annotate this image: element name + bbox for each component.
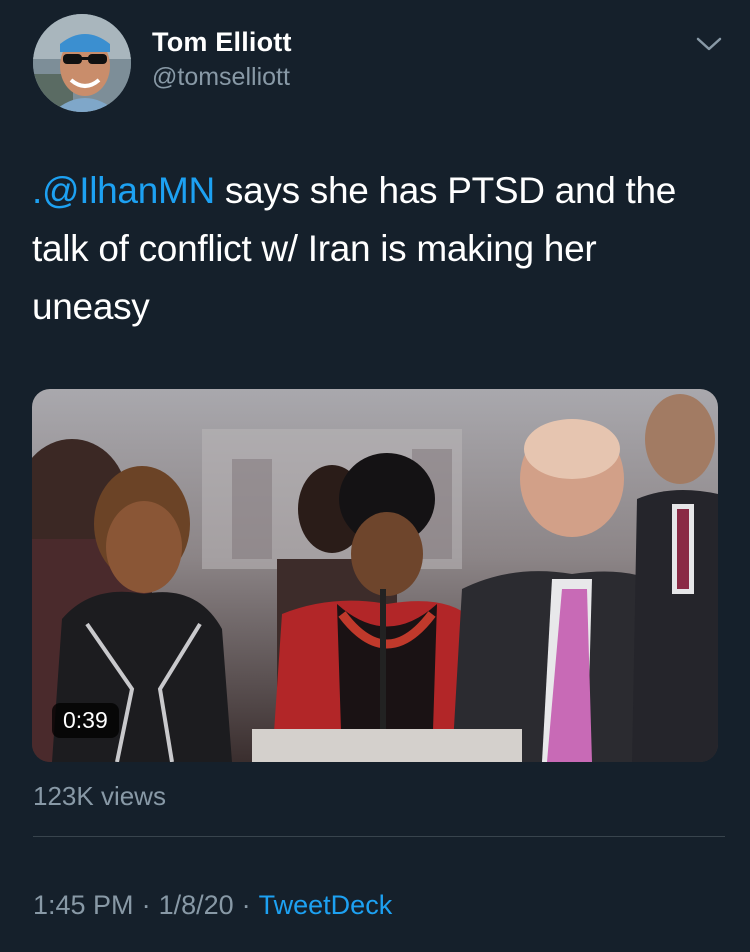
avatar-image (33, 14, 131, 112)
author-display-name[interactable]: Tom Elliott (152, 27, 292, 58)
mention-link[interactable]: .@IlhanMN (32, 170, 215, 211)
tweet-date[interactable]: 1/8/20 (159, 890, 234, 920)
video-thumbnail (32, 389, 718, 762)
divider (33, 836, 725, 837)
tweet-meta: 1:45 PM · 1/8/20 · TweetDeck (33, 890, 392, 921)
separator: · (241, 890, 251, 920)
view-count: 123K views (33, 781, 166, 811)
author-handle[interactable]: @tomselliott (152, 63, 290, 92)
tweet-source-link[interactable]: TweetDeck (259, 890, 393, 920)
tweet-time[interactable]: 1:45 PM (33, 890, 134, 920)
chevron-down-icon[interactable] (694, 34, 724, 54)
video-duration: 0:39 (52, 703, 119, 738)
tweet-text: .@IlhanMN says she has PTSD and the talk… (32, 162, 722, 336)
separator: · (141, 890, 151, 920)
tweet: Tom Elliott @tomselliott .@IlhanMN says … (0, 0, 750, 952)
avatar[interactable] (33, 14, 131, 112)
video-player[interactable]: 0:39 (32, 389, 718, 762)
